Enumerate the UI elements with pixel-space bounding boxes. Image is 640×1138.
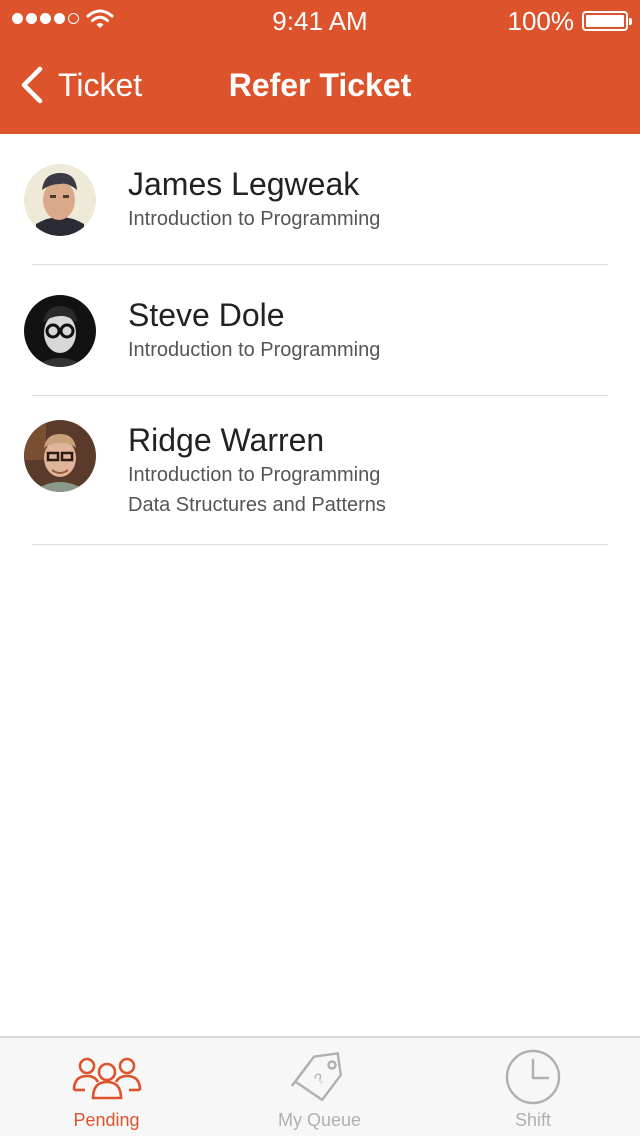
nav-header: 9:41 AM 100% Ticket Refer Ticket [0,0,640,134]
tag-icon: ? [290,1052,342,1102]
list-item[interactable]: Ridge Warren Introduction to Programming… [0,396,640,545]
person-name: James Legweak [128,166,360,202]
tab-label: Pending [73,1110,140,1130]
person-course: Introduction to Programming [128,208,381,230]
person-course: Data Structures and Patterns [128,494,386,516]
list-item[interactable]: Steve Dole Introduction to Programming [0,265,640,396]
person-name: Ridge Warren [128,422,325,458]
avatar [24,295,96,367]
battery-percent: 100% [507,6,575,36]
tab-pending[interactable]: Pending [0,1038,213,1138]
tab-shift[interactable]: Shift [426,1038,640,1138]
page-title: Refer Ticket [228,67,412,103]
referral-list: James Legweak Introduction to Programmin… [0,134,640,545]
person-course: Introduction to Programming [128,464,381,486]
status-bar: 9:41 AM 100% [0,0,640,42]
avatar [24,420,96,492]
person-name: Steve Dole [128,297,285,333]
tab-label: Shift [514,1110,552,1130]
avatar [24,164,96,236]
people-icon [72,1057,141,1100]
tab-bar: Pending ? My Queue Shift [0,1036,640,1136]
divider [32,544,608,545]
list-item[interactable]: James Legweak Introduction to Programmin… [0,134,640,265]
person-course: Introduction to Programming [128,339,381,361]
clock-icon [505,1049,561,1105]
tab-my-queue[interactable]: ? My Queue [213,1038,426,1138]
battery-icon [582,11,632,31]
tab-label: My Queue [277,1110,362,1130]
svg-text:?: ? [311,1070,328,1089]
